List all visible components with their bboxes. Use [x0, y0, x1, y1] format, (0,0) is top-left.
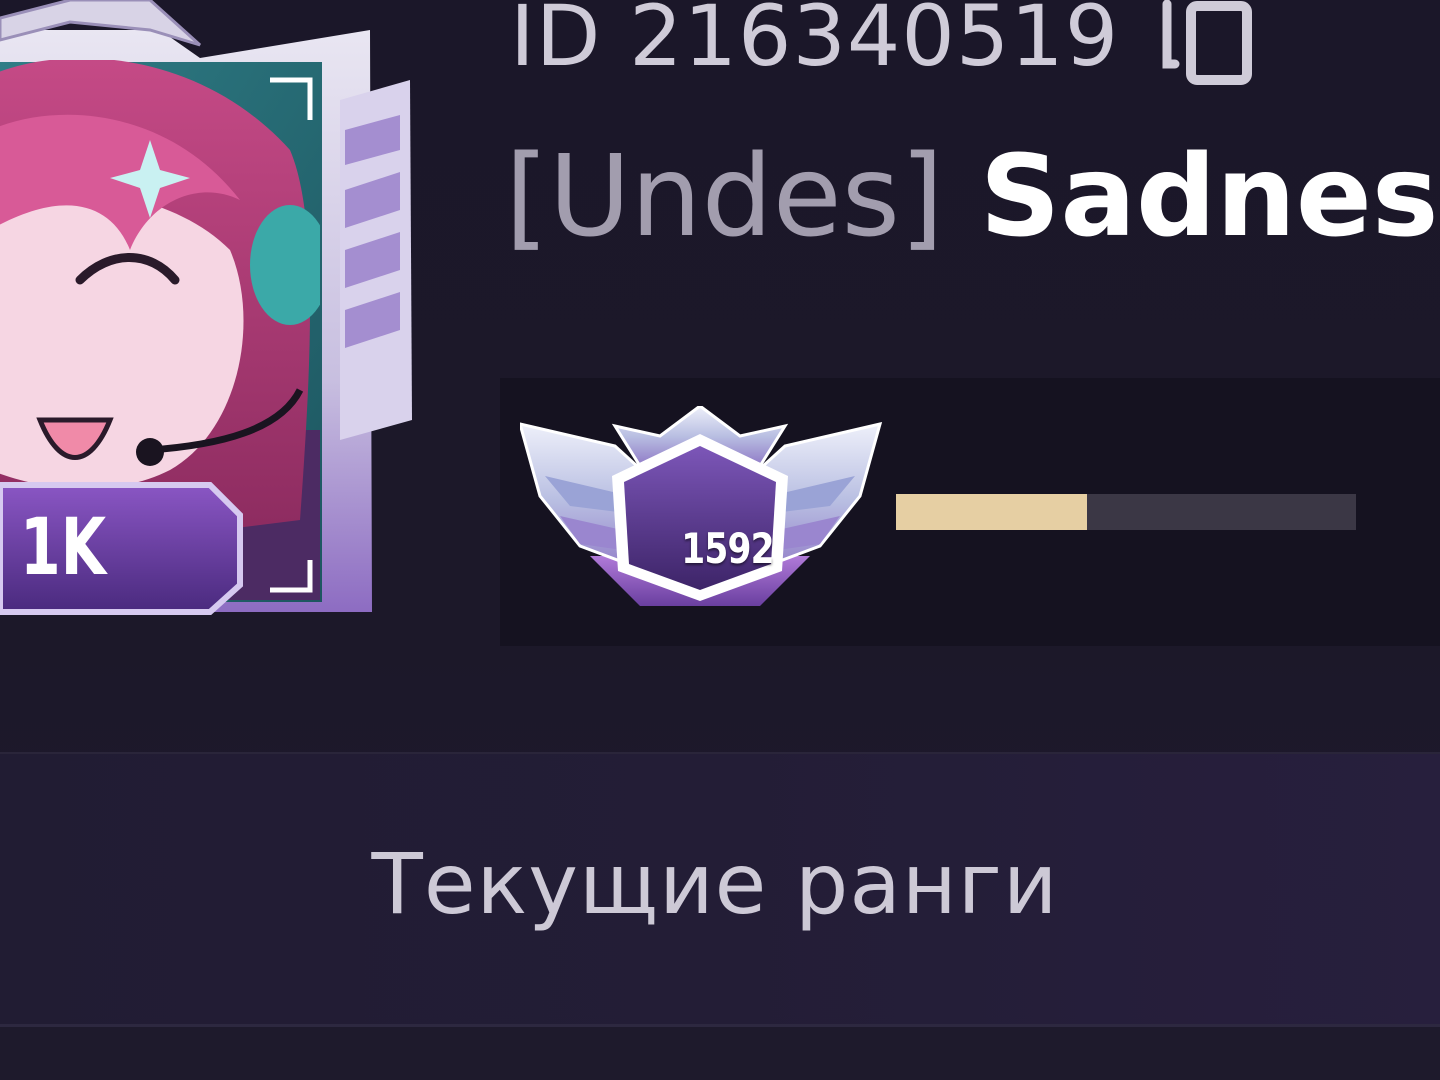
- rating-panel: 1592: [500, 378, 1440, 646]
- clan-tag: [Undes]: [505, 132, 944, 262]
- avatar-level-badge: 1K: [20, 503, 107, 593]
- avatar[interactable]: 1K: [0, 0, 420, 630]
- nickname: Sadnes: [979, 132, 1439, 262]
- player-id-row: ID 216340519: [510, 0, 1257, 86]
- player-name: [Undes] Sadnes: [505, 132, 1438, 262]
- player-id: ID 216340519: [510, 0, 1120, 85]
- rating-progress-bar: [896, 494, 1356, 530]
- rank-rating-value: 1592: [681, 524, 774, 573]
- rating-progress-fill: [896, 494, 1087, 530]
- profile-screen: 1K ID 216340519 [Undes] Sadnes 1592 Теку…: [0, 0, 1440, 1080]
- copy-icon[interactable]: [1153, 0, 1257, 88]
- current-ranks-tab[interactable]: Текущие ранги: [0, 754, 1440, 1024]
- section-title: Текущие ранги: [371, 835, 1059, 933]
- rank-emblem-icon: [520, 406, 883, 606]
- content-area: [0, 1027, 1440, 1080]
- rank-emblem[interactable]: 1592: [520, 406, 885, 618]
